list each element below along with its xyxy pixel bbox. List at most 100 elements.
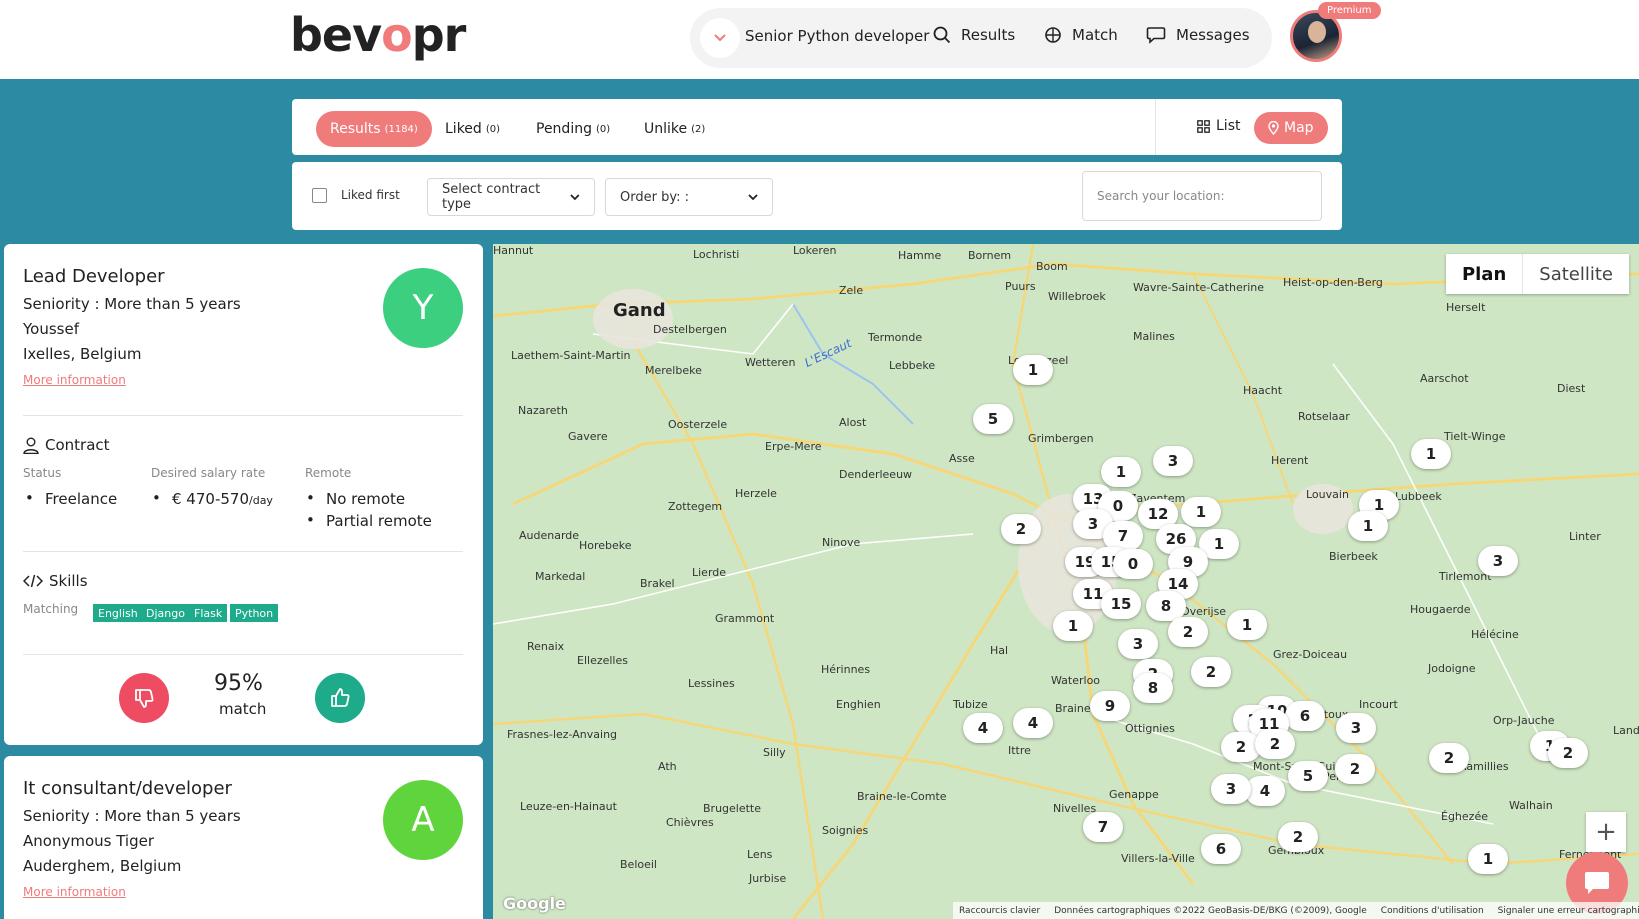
skills-heading: Skills <box>23 572 88 590</box>
map-cluster-pin[interactable]: 4 <box>1245 776 1285 806</box>
map-cluster-pin[interactable]: 6 <box>1201 834 1241 864</box>
tab-unlike[interactable]: Unlike (2) <box>644 111 705 147</box>
candidate-card[interactable]: Lead Developer Seniority : More than 5 y… <box>4 244 483 745</box>
more-information-link[interactable]: More information <box>23 373 126 387</box>
map-satellite-button[interactable]: Satellite <box>1523 254 1629 294</box>
map-place-label: Heist-op-den-Berg <box>1283 276 1383 289</box>
map-place-label: Villers-la-Ville <box>1121 852 1195 865</box>
map-place-label: Soignies <box>822 824 869 837</box>
map-place-label: Merelbeke <box>645 364 702 377</box>
map-cluster-pin[interactable]: 2 <box>1278 822 1318 852</box>
order-by-select[interactable]: Order by: : <box>605 178 773 216</box>
map-cluster-pin[interactable]: 3 <box>1211 774 1251 804</box>
nav-messages[interactable]: Messages <box>1146 26 1250 44</box>
top-header: bevopr Senior Python developer Results M… <box>0 0 1639 79</box>
map-place-label: Ottignies <box>1125 722 1175 735</box>
map-plan-button[interactable]: Plan <box>1446 254 1524 294</box>
map-cluster-pin[interactable]: 4 <box>1013 708 1053 738</box>
candidate-name: Youssef <box>23 320 79 338</box>
map-cluster-pin[interactable]: 5 <box>1288 761 1328 791</box>
nav-results[interactable]: Results <box>933 26 1015 44</box>
map-cluster-pin[interactable]: 1 <box>1101 457 1141 487</box>
dislike-button[interactable] <box>119 673 169 723</box>
map-cluster-pin[interactable]: 1 <box>1348 511 1388 541</box>
map-place-label: Ninove <box>822 536 861 549</box>
map-place-label: Grez-Doiceau <box>1273 648 1348 661</box>
map-cluster-pin[interactable]: 2 <box>1548 738 1588 768</box>
map-place-label: Lens <box>747 848 773 861</box>
map-cluster-pin[interactable]: 9 <box>1090 691 1130 721</box>
map-cluster-pin[interactable]: 2 <box>1168 617 1208 647</box>
like-button[interactable] <box>315 673 365 723</box>
map-place-label: Herselt <box>1446 301 1486 314</box>
map-place-label: Wetteren <box>745 356 796 369</box>
contract-heading: Contract <box>23 436 110 454</box>
map-cluster-pin[interactable]: 2 <box>1255 729 1295 759</box>
map-place-label: Herent <box>1271 454 1309 467</box>
map-cluster-pin[interactable]: 3 <box>1336 713 1376 743</box>
map-cluster-pin[interactable]: 2 <box>1191 657 1231 687</box>
map-cluster-pin[interactable]: 6 <box>1285 701 1325 731</box>
current-job-title[interactable]: Senior Python developer <box>745 27 929 45</box>
map-place-label: Silly <box>763 746 786 759</box>
candidate-location: Auderghem, Belgium <box>23 857 182 875</box>
map-place-label: Brugelette <box>703 802 762 815</box>
location-search-input[interactable] <box>1082 171 1322 221</box>
remote-label: Remote <box>305 466 352 480</box>
map-cluster-pin[interactable]: 1 <box>1013 355 1053 385</box>
map-place-label: Alost <box>839 416 867 429</box>
zoom-in-button[interactable]: + <box>1586 812 1626 852</box>
map-cluster-pin[interactable]: 1 <box>1053 611 1093 641</box>
map-cluster-pin[interactable]: 3 <box>1478 546 1518 576</box>
map-cluster-pin[interactable]: 8 <box>1133 673 1173 703</box>
map-place-label: Malines <box>1133 330 1175 343</box>
map-place-label: Bierbeek <box>1329 550 1378 563</box>
candidate-card[interactable]: It consultant/developer Seniority : More… <box>4 756 483 919</box>
skill-tag: English <box>93 604 143 622</box>
map-place-label: Ittre <box>1008 744 1031 757</box>
tab-liked[interactable]: Liked (0) <box>445 111 500 147</box>
map-cluster-pin[interactable]: 4 <box>963 713 1003 743</box>
map-place-label: Tielt-Winge <box>1444 430 1506 443</box>
map-cluster-pin[interactable]: 3 <box>1118 629 1158 659</box>
map-cluster-pin[interactable]: 2 <box>1429 743 1469 773</box>
tab-pending[interactable]: Pending (0) <box>536 111 610 147</box>
match-percentage: 95% <box>214 671 263 696</box>
map-cluster-pin[interactable]: 0 <box>1113 549 1153 579</box>
map-place-label: Boom <box>1036 260 1068 273</box>
more-information-link[interactable]: More information <box>23 885 126 899</box>
map-place-label: Audenarde <box>519 529 580 542</box>
job-dropdown-button[interactable] <box>700 18 740 58</box>
candidate-name: Anonymous Tiger <box>23 832 154 850</box>
map-cluster-pin[interactable]: 1 <box>1227 610 1267 640</box>
map-cluster-pin[interactable]: 2 <box>1335 754 1375 784</box>
nav-match[interactable]: Match <box>1044 26 1118 44</box>
bevopr-logo[interactable]: bevopr <box>290 8 466 62</box>
grid-icon <box>1197 119 1210 133</box>
results-map[interactable]: Lochristi Lokeren Hamme Bornem Boom Gand Deste… <box>493 244 1639 919</box>
map-place-label: Lierde <box>692 566 727 579</box>
map-cluster-pin[interactable]: 1 <box>1411 439 1451 469</box>
map-cluster-pin[interactable]: 5 <box>973 404 1013 434</box>
map-cluster-pin[interactable]: 15 <box>1101 589 1141 619</box>
map-cluster-pin[interactable]: 3 <box>1153 446 1193 476</box>
map-place-label: Erpe-Mere <box>765 440 822 453</box>
map-place-label: Landen <box>1613 724 1639 737</box>
tab-results[interactable]: Results (1184) <box>316 111 432 147</box>
map-place-label: Enghien <box>836 698 881 711</box>
map-place-label: Markedal <box>535 570 586 583</box>
map-cluster-pin[interactable]: 1 <box>1468 844 1508 874</box>
map-place-label: Denderleeuw <box>839 468 913 481</box>
view-map-button[interactable]: Map <box>1254 112 1328 144</box>
chat-bubble-icon <box>1585 872 1609 894</box>
liked-first-checkbox[interactable] <box>312 188 327 203</box>
map-cluster-pin[interactable]: 1 <box>1181 497 1221 527</box>
map-cluster-pin[interactable]: 2 <box>1001 514 1041 544</box>
contract-type-select[interactable]: Select contract type <box>427 178 595 216</box>
map-place-label: Rotselaar <box>1298 410 1350 423</box>
map-place-label: Gand <box>613 300 666 321</box>
thumbs-up-icon <box>331 688 350 707</box>
match-icon <box>1045 27 1061 43</box>
map-cluster-pin[interactable]: 7 <box>1083 812 1123 842</box>
view-list-button[interactable]: List <box>1197 118 1240 134</box>
